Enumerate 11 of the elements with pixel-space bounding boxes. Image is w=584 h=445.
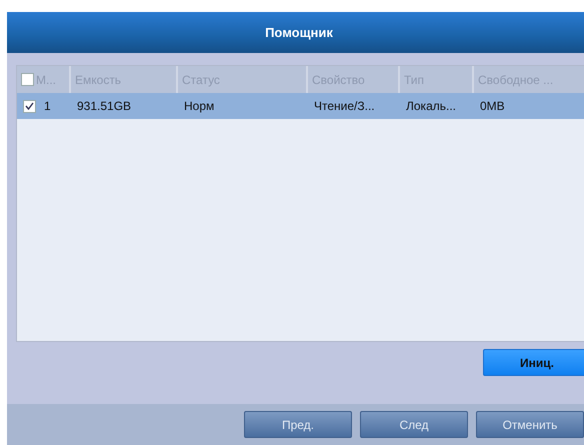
- table-cell: 931.51GB: [77, 99, 132, 113]
- checkbox[interactable]: [21, 73, 34, 86]
- table-cell: Локаль...: [406, 99, 456, 113]
- init-button[interactable]: Иниц.: [483, 349, 584, 376]
- window-title: Помощник: [7, 12, 584, 53]
- table-row[interactable]: 1 931.51GB Норм Чтение/З... Локаль... 0MB: [17, 93, 584, 119]
- table-cell: Норм: [184, 99, 214, 113]
- table-cell: 1: [44, 99, 51, 113]
- table-cell: Чтение/З...: [314, 99, 375, 113]
- checkbox[interactable]: [23, 100, 36, 112]
- table-cell: 0MB: [480, 99, 505, 113]
